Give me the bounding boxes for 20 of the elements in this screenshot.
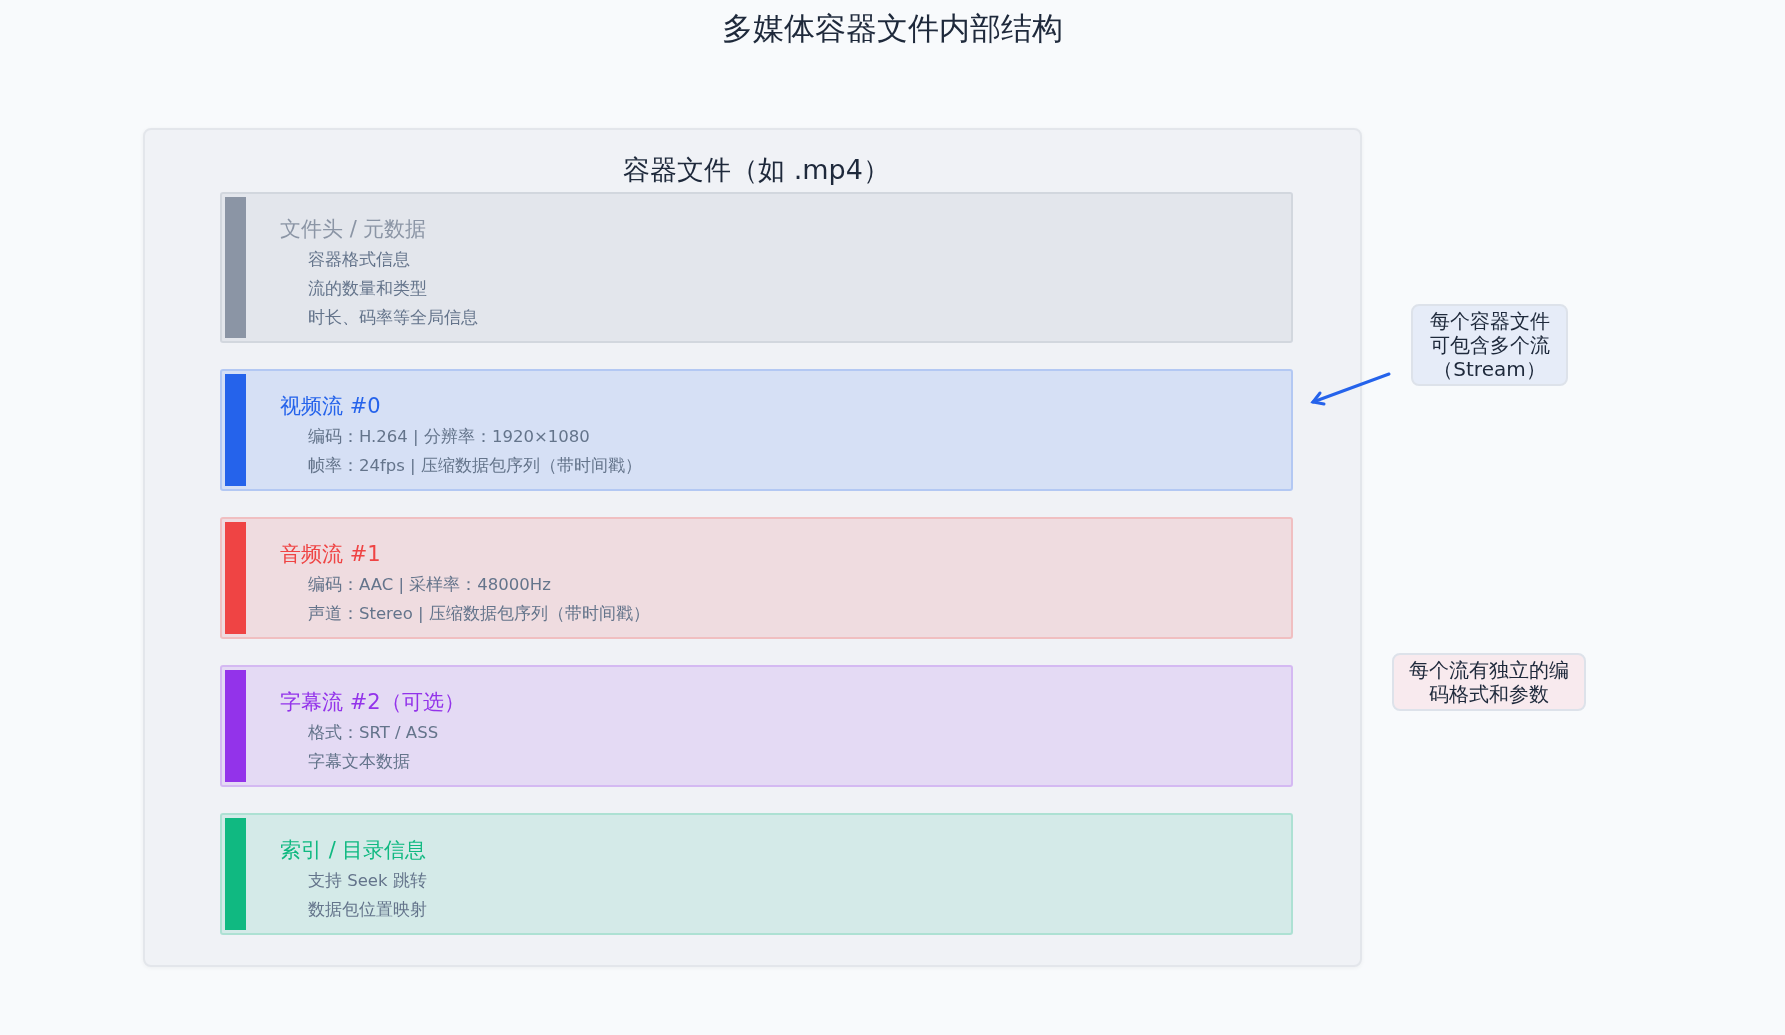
annotation-note: 每个流有独立的编码格式和参数 (1392, 653, 1586, 711)
block-detail: 编码：H.264 | 分辨率：1920×1080 (307, 426, 591, 448)
block-detail: 支持 Seek 跳转 (307, 870, 427, 892)
block-title: 字幕流 #2（可选） (280, 689, 465, 716)
block-title: 音频流 #1 (280, 541, 382, 568)
block-detail: 容器格式信息 (307, 249, 411, 271)
block-title: 视频流 #0 (280, 393, 382, 420)
block-detail: 字幕文本数据 (307, 751, 411, 773)
block-detail: 流的数量和类型 (307, 278, 428, 300)
block-title: 索引 / 目录信息 (280, 837, 427, 864)
block-detail: 时长、码率等全局信息 (307, 307, 478, 329)
page-title: 多媒体容器文件内部结构 (721, 9, 1064, 48)
block-detail: 编码：AAC | 采样率：48000Hz (307, 574, 552, 596)
block-title: 文件头 / 元数据 (280, 216, 428, 243)
block-detail: 数据包位置映射 (307, 899, 427, 921)
container-title: 容器文件（如 .mp4） (622, 153, 891, 187)
annotation-note: 每个容器文件可包含多个流（Stream） (1411, 304, 1568, 386)
block-detail: 格式：SRT / ASS (307, 722, 440, 744)
block-detail: 声道：Stereo | 压缩数据包序列（带时间戳） (307, 603, 650, 625)
block-detail: 帧率：24fps | 压缩数据包序列（带时间戳） (307, 455, 642, 477)
